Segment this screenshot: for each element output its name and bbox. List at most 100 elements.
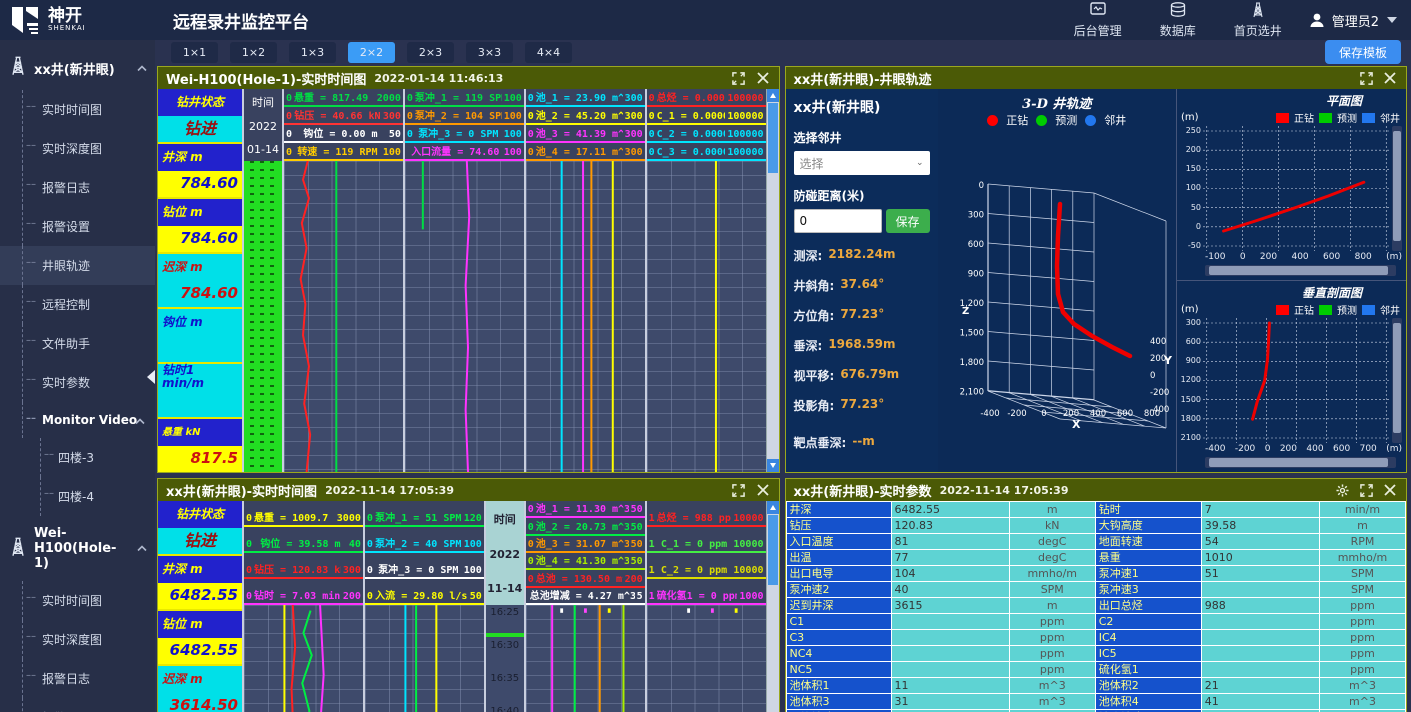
param-unit: ppm <box>1320 630 1406 645</box>
close-icon[interactable] <box>755 71 771 85</box>
save-template-button[interactable]: 保存模板 <box>1325 40 1401 64</box>
sidebar-section-0[interactable]: xx井(新井眼) <box>0 46 155 90</box>
curve-max: 10000 <box>733 539 763 550</box>
x-tick: 600 <box>1333 444 1350 454</box>
curve-labels: 0悬重 = 1009.7 kN30000钩位 = 39.58 m400钻压 = … <box>244 501 363 605</box>
nav-item-backend[interactable]: 后台管理 <box>1074 2 1122 39</box>
curve-label: 0泵冲_1 = 51 SPM120 <box>365 501 484 527</box>
sidebar-subitem-四楼-4[interactable]: 四楼-4 <box>0 477 155 516</box>
gear-icon[interactable] <box>1334 483 1350 497</box>
sidebar-item-文件助手[interactable]: 文件助手 <box>0 324 155 363</box>
vertical-scrollbar[interactable] <box>766 501 779 712</box>
param-value <box>158 391 242 418</box>
curve-label: 0池_4 = 41.30 m^350 <box>526 553 645 570</box>
plot2d-vertical-scrollbar[interactable] <box>1392 318 1402 443</box>
sidebar-item-报警设置[interactable]: 报警设置 <box>0 207 155 246</box>
panel-title-bar: xx井(新井眼)-实时参数2022-11-14 17:05:39 <box>786 479 1407 501</box>
scroll-thumb[interactable] <box>1209 458 1389 467</box>
curve-max: 50 <box>470 591 482 602</box>
svg-text:2,100: 2,100 <box>959 388 983 398</box>
curve-label: 1硫化氢1 = 0 ppm1000 <box>647 579 766 605</box>
stat-label: 垂深: <box>794 337 823 354</box>
y-tick: 0 <box>1196 223 1201 231</box>
param-value: 11 <box>892 678 1010 693</box>
save-button[interactable]: 保存 <box>886 209 930 233</box>
sidebar-item-实时时间图[interactable]: 实时时间图 <box>0 90 155 129</box>
sidebar-section-1[interactable]: Wei-H100(Hole-1) <box>0 516 155 581</box>
layout-button-4×4[interactable]: 4×4 <box>525 42 572 63</box>
sidebar-item-实时深度图[interactable]: 实时深度图 <box>0 620 155 659</box>
y-tick: 600 <box>1186 338 1201 346</box>
param-unit: m <box>1010 598 1096 613</box>
close-icon[interactable] <box>1382 71 1398 85</box>
layout-button-2×3[interactable]: 2×3 <box>407 42 454 63</box>
svg-text:600: 600 <box>968 240 984 250</box>
sidebar-item-实时参数[interactable]: 实时参数 <box>0 363 155 402</box>
x-tick: 0 <box>1240 252 1246 262</box>
scroll-down-icon[interactable] <box>767 459 779 472</box>
curve-min: 0 <box>528 574 534 585</box>
param-value <box>1202 662 1320 677</box>
time-header-line: 时间 <box>494 511 516 527</box>
layout-button-1×2[interactable]: 1×2 <box>230 42 277 63</box>
scroll-thumb[interactable] <box>1393 323 1401 433</box>
plot2d-horizontal-scrollbar[interactable] <box>1205 265 1396 276</box>
sidebar-item-井眼轨迹[interactable]: 井眼轨迹 <box>0 246 155 285</box>
layout-button-1×3[interactable]: 1×3 <box>289 42 336 63</box>
layout-button-1×1[interactable]: 1×1 <box>171 42 218 63</box>
offset-well-select[interactable]: 选择⌄ <box>794 151 930 175</box>
scroll-thumb[interactable] <box>1393 131 1401 241</box>
scroll-up-icon[interactable] <box>767 501 779 514</box>
scroll-thumb[interactable] <box>768 515 778 585</box>
plot2d-area: 250200150100500-50 <box>1179 126 1402 251</box>
expand-icon[interactable] <box>731 483 747 497</box>
trajectory-stat: 测深:2182.24m <box>794 247 930 264</box>
sidebar-item-Monitor Video[interactable]: Monitor Video <box>0 402 155 438</box>
trajectory-stat: 方位角:77.23° <box>794 307 930 324</box>
param-value: 784.60 <box>158 226 242 253</box>
curve-text: 池_4 = 17.11 m^3 <box>536 143 623 158</box>
user-icon <box>1308 11 1326 29</box>
param-unit: m^3 <box>1320 694 1406 709</box>
param-block: 井深 m784.60 <box>158 144 242 197</box>
sidebar-subitem-四楼-3[interactable]: 四楼-3 <box>0 438 155 477</box>
trajectory-stat: 靶点垂深:--m <box>794 434 930 451</box>
param-label-line: 井深 m <box>162 151 203 164</box>
scroll-up-icon[interactable] <box>767 89 779 102</box>
param-label: 钻位 m <box>158 199 242 226</box>
nav-item-database[interactable]: 数据库 <box>1160 2 1196 39</box>
sidebar-item-报警日志[interactable]: 报警日志 <box>0 659 155 698</box>
plot2d-horizontal-scrollbar[interactable] <box>1205 457 1396 468</box>
panel-title: xx井(新井眼)-井眼轨迹 <box>794 69 932 88</box>
expand-icon[interactable] <box>1358 483 1374 497</box>
curve-label: 0悬重 = 1009.7 kN3000 <box>244 501 363 527</box>
sidebar-collapse-handle[interactable] <box>147 370 155 384</box>
param-name: 出温 <box>786 550 892 565</box>
svg-text:0: 0 <box>1150 371 1155 381</box>
vertical-scrollbar[interactable] <box>766 89 779 472</box>
close-icon[interactable] <box>1382 483 1398 497</box>
sidebar-item-报警日志[interactable]: 报警日志 <box>0 168 155 207</box>
sidebar-item-实时时间图[interactable]: 实时时间图 <box>0 581 155 620</box>
sidebar-item-远程控制[interactable]: 远程控制 <box>0 285 155 324</box>
sidebar-item-实时深度图[interactable]: 实时深度图 <box>0 129 155 168</box>
expand-icon[interactable] <box>731 71 747 85</box>
expand-icon[interactable] <box>1358 71 1374 85</box>
curve-labels: 1总烃 = 988 ppm100001C_1 = 0 ppm100001C_2 … <box>647 501 766 605</box>
anticollision-distance-input[interactable] <box>794 209 882 233</box>
layout-button-3×3[interactable]: 3×3 <box>466 42 513 63</box>
svg-text:1,500: 1,500 <box>959 329 983 339</box>
scroll-thumb[interactable] <box>1209 266 1389 275</box>
scroll-thumb[interactable] <box>768 103 778 173</box>
nav-item-derrick[interactable]: 首页选井 <box>1234 2 1282 39</box>
param-name: 泵冲速2 <box>786 582 892 597</box>
close-icon[interactable] <box>755 483 771 497</box>
param-unit: m^3 <box>1010 678 1096 693</box>
layout-button-2×2[interactable]: 2×2 <box>348 42 395 63</box>
user-menu[interactable]: 管理员2 <box>1308 11 1397 30</box>
sidebar-item-报警设置[interactable]: 报警设置 <box>0 698 155 712</box>
stat-label: 方位角: <box>794 307 835 324</box>
x-tick: 400 <box>1306 444 1323 454</box>
plot2d-vertical-scrollbar[interactable] <box>1392 126 1402 251</box>
param-unit: SPM <box>1320 566 1406 581</box>
